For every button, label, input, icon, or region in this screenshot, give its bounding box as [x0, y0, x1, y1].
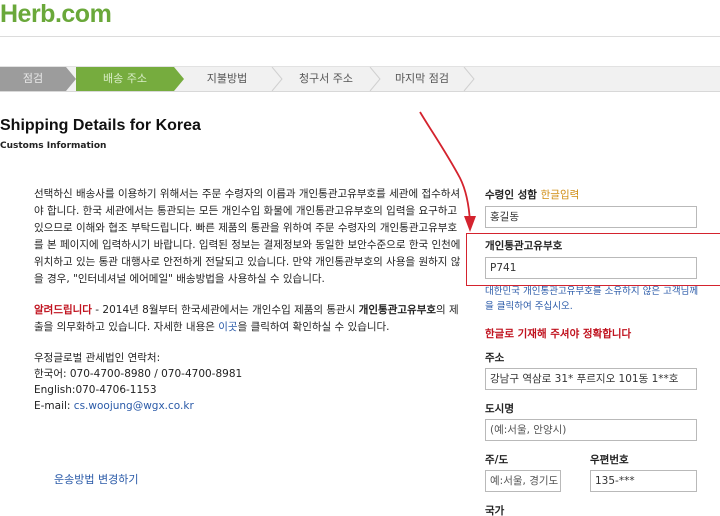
page-subtitle: Customs Information	[0, 141, 107, 151]
notice-label: 알려드립니다	[34, 304, 92, 316]
korean-entry-warning: 한글로 기재해 주셔야 정확합니다	[485, 328, 632, 340]
notice-bold-text: 개인통관고유부호	[358, 304, 437, 316]
address-label: 주소	[485, 352, 505, 364]
customs-contact: 우정글로벌 관세법인 연락처: 한국어: 070-4700-8980 / 070…	[34, 350, 466, 414]
contact-title: 우정글로벌 관세법인 연락처:	[34, 352, 161, 364]
recipient-name-label: 수령인 성함 한글입력	[485, 187, 579, 202]
contact-korean-phone: 한국어: 070-4700-8980 / 070-4700-8981	[34, 368, 243, 380]
customs-intro-text: 선택하신 배송사를 이용하기 위해서는 주문 수령자의 이름과 개인통관고유부호…	[34, 188, 461, 285]
step-review: 점검	[0, 67, 66, 91]
header-divider	[0, 36, 720, 37]
notice-details-link[interactable]: 이곳	[218, 321, 237, 333]
city-label: 도시명	[485, 403, 514, 415]
customs-info-panel: 선택하신 배송사를 이용하기 위해서는 주문 수령자의 이름과 개인통관고유부호…	[34, 186, 466, 414]
state-label: 주/도	[485, 454, 509, 466]
page-title: Shipping Details for Korea	[0, 117, 201, 134]
contact-email-link[interactable]: cs.woojung@wgx.co.kr	[74, 400, 194, 412]
zip-input[interactable]: 135-***	[590, 470, 697, 492]
recipient-name-input[interactable]: 홍길동	[485, 206, 697, 228]
step-shipping-arrow	[174, 67, 184, 91]
step-separator-icon	[463, 67, 475, 91]
customs-code-highlight-box	[466, 233, 720, 286]
contact-email-label: E-mail:	[34, 400, 74, 412]
customs-notice: 알려드립니다 - 2014년 8월부터 한국세관에서는 개인수입 제품의 통관시…	[34, 302, 466, 336]
step-payment-method: 지불방법	[206, 72, 248, 85]
notice-text: - 2014년 8월부터 한국세관에서는 개인수입 제품의 통관시	[91, 304, 359, 316]
step-review-arrow	[66, 67, 76, 91]
korean-input-hint: 한글입력	[540, 189, 580, 201]
state-input[interactable]: 예:서울, 경기도	[485, 470, 561, 492]
country-label: 국가	[485, 505, 505, 516]
notice-text: 을 클릭하여 확인하실 수 있습니다.	[237, 321, 390, 333]
change-shipping-method-link[interactable]: 운송방법 변경하기	[54, 471, 138, 487]
step-separator-icon	[271, 67, 283, 91]
site-header: Herb.com	[0, 0, 720, 36]
step-separator-icon	[369, 67, 381, 91]
recipient-name-label-text: 수령인 성함	[485, 189, 537, 201]
checkout-progress-bar: 점검 배송 주소 지불방법 청구서 주소 마지막 점검	[0, 66, 720, 92]
step-billing-address: 청구서 주소	[298, 72, 354, 85]
address-input[interactable]: 강남구 역삼로 31* 푸르지오 101동 1**호	[485, 368, 697, 390]
step-final-review: 마지막 점검	[394, 72, 450, 85]
city-input[interactable]: (예:서울, 안양시)	[485, 419, 697, 441]
zip-label: 우편번호	[590, 454, 629, 466]
contact-english-phone: English:070-4706-1153	[34, 384, 157, 396]
site-logo[interactable]: Herb.com	[0, 0, 112, 29]
customs-code-hint[interactable]: 대한민국 개인통관고유부호를 소유하지 않은 고객님께	[485, 284, 698, 299]
step-shipping-address: 배송 주소	[76, 67, 174, 91]
customs-code-hint-2: 을 클릭하여 주십시오.	[485, 301, 573, 312]
